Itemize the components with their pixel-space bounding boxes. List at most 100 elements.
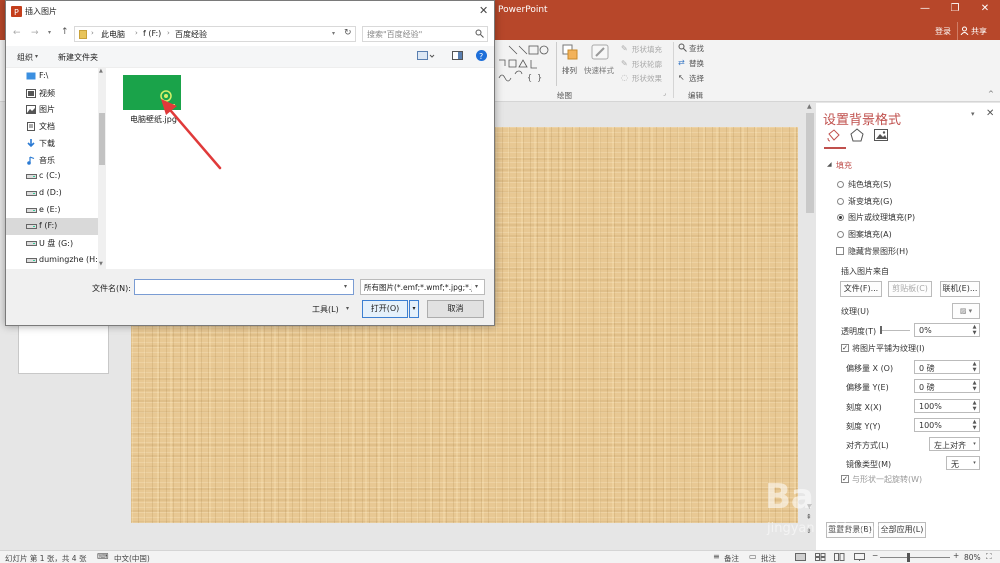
offset-x-input[interactable]: 0 磅 ▲ ▼ — [914, 360, 980, 374]
reading-view-icon[interactable] — [834, 553, 845, 561]
mirror-type-select[interactable]: 无 ▾ — [946, 456, 980, 470]
up-arrow-icon[interactable]: ↑ — [61, 27, 69, 37]
transparency-slider[interactable] — [880, 330, 910, 331]
tools-button[interactable]: 工具(L) — [312, 304, 339, 315]
spin-arrows-icon[interactable]: ▲ ▼ — [971, 361, 978, 373]
search-box[interactable]: 搜索"百度经验" — [362, 26, 488, 42]
alignment-select[interactable]: 左上对齐 ▾ — [929, 437, 980, 451]
nav-scrollbar[interactable]: ▲ ▼ — [98, 68, 106, 269]
hide-background-label[interactable]: 隐藏背景图形(H) — [848, 246, 908, 257]
pane-options-icon[interactable]: ▾ — [971, 110, 975, 118]
texture-picker[interactable]: ▨ ▾ — [952, 303, 980, 319]
back-arrow-icon[interactable]: ← — [13, 28, 21, 38]
zoom-level[interactable]: 80% — [964, 553, 981, 562]
shape-effects-button[interactable]: 形状效果 — [632, 73, 662, 84]
search-input[interactable]: 搜索"百度经验" — [367, 29, 422, 40]
offset-y-input[interactable]: 0 磅 ▲ ▼ — [914, 379, 980, 393]
fill-section-header[interactable]: 填充 — [836, 160, 852, 171]
replace-button[interactable]: 替换 — [689, 58, 704, 69]
file-button[interactable]: 文件(F)... — [840, 281, 882, 297]
collapse-ribbon-icon[interactable]: ^ — [988, 90, 994, 98]
zoom-slider-handle[interactable] — [907, 553, 910, 562]
shape-outline-button[interactable]: 形状轮廓 — [632, 59, 662, 70]
slide-scrollbar[interactable]: ▲ ▼ ⇞ ⇟ — [804, 103, 816, 550]
new-folder-button[interactable]: 新建文件夹 — [58, 52, 98, 63]
nav-item[interactable]: e (E:) — [6, 202, 98, 219]
close-button[interactable]: ✕ — [972, 3, 998, 14]
shape-fill-button[interactable]: 形状填充 — [632, 44, 662, 55]
rotate-with-shape-label[interactable]: 与形状一起旋转(W) — [852, 474, 922, 485]
signin-link[interactable]: 登录 — [935, 26, 951, 37]
dialog-close-button[interactable]: ✕ — [479, 4, 488, 17]
fill-category-icon[interactable] — [826, 128, 840, 142]
breadcrumb-item[interactable]: 此电脑 — [101, 29, 125, 40]
picture-category-icon[interactable] — [874, 129, 888, 141]
spellcheck-icon[interactable]: ⌨ — [97, 552, 109, 561]
fit-slide-icon[interactable]: ⛶ — [986, 552, 992, 562]
view-options-icon[interactable] — [417, 51, 435, 61]
transparency-slider-handle[interactable] — [880, 326, 882, 334]
nav-item[interactable]: c (C:) — [6, 168, 98, 185]
minimize-button[interactable]: — — [912, 3, 938, 14]
spin-arrows-icon[interactable]: ▲ ▼ — [971, 400, 978, 412]
nav-item[interactable]: d (D:) — [6, 185, 98, 202]
open-button[interactable]: 打开(O) — [362, 300, 408, 318]
nav-item[interactable]: F:\ — [6, 68, 98, 85]
pattern-fill-label[interactable]: 图案填充(A) — [848, 229, 892, 240]
chevron-down-icon[interactable]: ▾ — [344, 283, 347, 290]
solid-fill-radio[interactable] — [837, 181, 844, 188]
shapes-gallery[interactable]: {} — [497, 42, 555, 86]
select-button[interactable]: 选择 — [689, 73, 704, 84]
dialog-launcher-icon[interactable]: ⌟ — [663, 90, 666, 97]
recent-dropdown-icon[interactable]: ▾ — [48, 29, 51, 36]
online-button[interactable]: 联机(E)... — [940, 281, 980, 297]
scroll-down-icon[interactable]: ▼ — [807, 503, 812, 510]
gradient-fill-label[interactable]: 渐变填充(G) — [848, 196, 892, 207]
reset-background-button[interactable]: 重置背景(B) — [826, 522, 874, 538]
spin-arrows-icon[interactable]: ▲ ▼ — [971, 324, 978, 336]
arrange-button[interactable]: 排列 — [562, 65, 577, 76]
notes-button[interactable]: 备注 — [724, 553, 739, 563]
restore-button[interactable]: ❐ — [942, 3, 968, 14]
scroll-down-icon[interactable]: ▼ — [99, 261, 103, 267]
gallery-scroll[interactable] — [556, 42, 561, 86]
scale-x-input[interactable]: 100% ▲ ▼ — [914, 399, 980, 413]
nav-item[interactable]: 图片 — [6, 101, 98, 118]
comments-button[interactable]: 批注 — [761, 553, 776, 563]
search-icon[interactable] — [475, 29, 484, 38]
nav-item[interactable]: 文档 — [6, 118, 98, 135]
hide-background-checkbox[interactable] — [836, 247, 844, 255]
pattern-fill-radio[interactable] — [837, 231, 844, 238]
transparency-input[interactable]: 0% ▲ ▼ — [914, 323, 980, 337]
spin-arrows-icon[interactable]: ▲ ▼ — [971, 380, 978, 392]
pane-close-icon[interactable]: ✕ — [986, 108, 994, 119]
rotate-with-shape-checkbox[interactable]: ✓ — [841, 475, 849, 483]
tile-label[interactable]: 将图片平铺为纹理(I) — [852, 343, 925, 354]
zoom-in-button[interactable]: + — [953, 551, 959, 560]
normal-view-icon[interactable] — [795, 553, 806, 561]
nav-item[interactable]: U 盘 (G:) — [6, 235, 98, 252]
breadcrumb[interactable]: › 此电脑 › f (F:) › 百度经验 ▾ ↻ — [74, 26, 356, 42]
nav-item[interactable]: 音乐 — [6, 152, 98, 169]
spin-arrows-icon[interactable]: ▲ ▼ — [971, 419, 978, 431]
clipboard-button[interactable]: 剪贴板(C) — [888, 281, 932, 297]
nav-scrollbar-thumb[interactable] — [99, 113, 105, 165]
nav-item[interactable]: 视频 — [6, 85, 98, 102]
zoom-slider[interactable] — [880, 557, 950, 558]
nav-item[interactable]: f (F:) — [6, 218, 98, 236]
scroll-up-icon[interactable]: ▲ — [807, 103, 812, 110]
share-button[interactable]: 共享 — [971, 26, 987, 37]
quick-styles-button[interactable]: 快速样式 — [584, 65, 614, 76]
refresh-icon[interactable]: ↻ — [344, 28, 352, 38]
slide-sorter-icon[interactable] — [815, 553, 826, 561]
chevron-down-icon[interactable]: ▾ — [332, 30, 335, 37]
tile-checkbox[interactable]: ✓ — [841, 344, 849, 352]
find-button[interactable]: 查找 — [689, 43, 704, 54]
solid-fill-label[interactable]: 纯色填充(S) — [848, 179, 891, 190]
next-slide-icon[interactable]: ⇟ — [806, 527, 812, 535]
organize-button[interactable]: 组织 — [17, 52, 33, 63]
nav-item[interactable]: 下载 — [6, 135, 98, 152]
zoom-out-button[interactable]: − — [872, 551, 878, 560]
preview-pane-icon[interactable] — [452, 51, 463, 61]
gradient-fill-radio[interactable] — [837, 198, 844, 205]
